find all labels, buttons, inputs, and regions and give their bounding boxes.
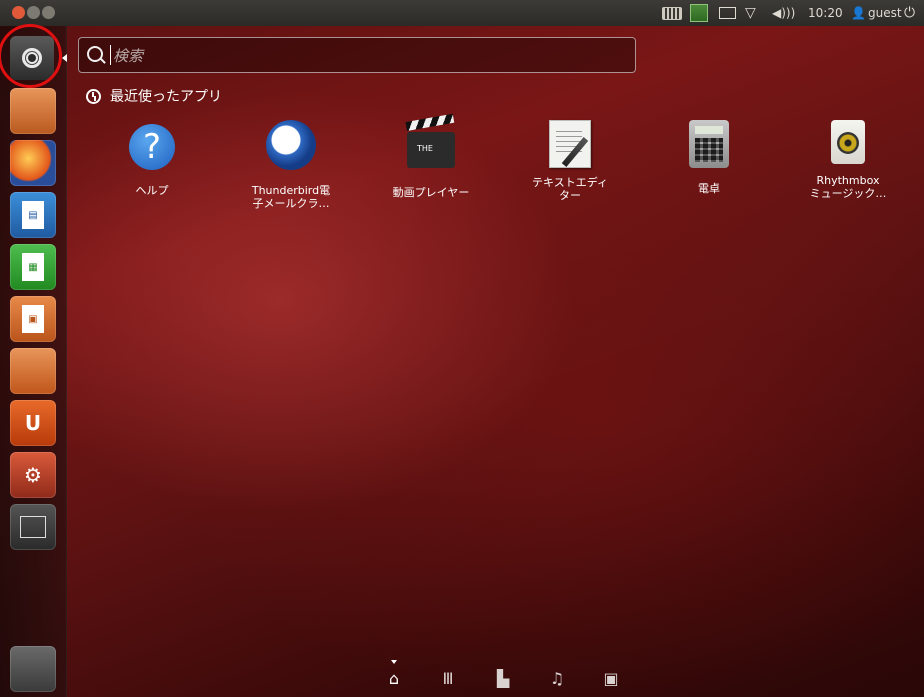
app-text-editor[interactable]: テキストエディ ター	[522, 120, 618, 202]
thunderbird-icon	[266, 120, 316, 170]
app-calculator[interactable]: 電卓	[661, 120, 757, 195]
wifi-icon[interactable]: ▽	[745, 0, 756, 26]
files-launcher-icon[interactable]	[10, 88, 56, 134]
help-icon: ?	[129, 124, 175, 170]
writer-launcher-icon[interactable]: ▤	[10, 192, 56, 238]
music-lens-icon[interactable]: ♫	[547, 668, 567, 688]
user-name[interactable]: guest	[868, 0, 902, 26]
active-lens-indicator-icon	[391, 660, 397, 664]
files-lens-icon[interactable]: ▙	[493, 668, 513, 688]
launcher: ▤ ▦ ▣ U ⚙	[0, 24, 67, 697]
ubuntu-one-launcher-icon[interactable]: U	[10, 400, 56, 446]
recent-apps-title: 最近使ったアプリ	[110, 89, 222, 105]
app-label: テキストエディ ター	[532, 176, 608, 202]
session-gear-icon[interactable]: ⏻	[904, 0, 915, 26]
calculator-icon	[689, 120, 729, 168]
rhythmbox-speaker-icon	[831, 120, 865, 164]
top-panel: ▽ ◀))) 10:20 👤 guest ⏻	[0, 0, 924, 26]
video-lens-icon[interactable]: ▣	[601, 668, 621, 688]
maximize-button[interactable]	[42, 6, 55, 19]
app-rhythmbox[interactable]: Rhythmbox ミュージック…	[800, 120, 896, 200]
highlight-circle	[0, 24, 62, 88]
app-video-player[interactable]: THE 動画プレイヤー	[383, 120, 479, 199]
dash-search-box[interactable]	[78, 37, 636, 73]
app-help[interactable]: ? ヘルプ	[104, 120, 200, 197]
app-label: 動画プレイヤー	[392, 186, 470, 199]
app-thunderbird[interactable]: Thunderbird電 子メールクラ…	[243, 120, 339, 210]
network-icon[interactable]	[690, 0, 708, 26]
user-icon[interactable]: 👤	[851, 0, 866, 26]
volume-icon[interactable]: ◀)))	[772, 0, 795, 26]
keyboard-icon[interactable]	[662, 0, 682, 26]
lens-bar: ⌂ Ⅲ ▙ ♫ ▣	[66, 656, 924, 697]
app-label: 電卓	[698, 182, 720, 195]
mail-icon[interactable]	[719, 0, 736, 26]
clapperboard-icon: THE	[405, 132, 457, 184]
clock[interactable]: 10:20	[808, 0, 843, 26]
system-settings-launcher-icon[interactable]: ⚙	[10, 452, 56, 498]
minimize-button[interactable]	[27, 6, 40, 19]
active-indicator-icon	[62, 54, 67, 62]
trash-launcher-icon[interactable]	[10, 646, 56, 692]
app-label: ヘルプ	[135, 184, 169, 197]
recent-apps-header: 最近使ったアプリ	[86, 86, 222, 106]
impress-launcher-icon[interactable]: ▣	[10, 296, 56, 342]
clock-icon	[86, 88, 101, 104]
search-icon	[87, 46, 103, 62]
applications-lens-icon[interactable]: Ⅲ	[438, 668, 458, 688]
text-editor-icon	[549, 120, 591, 168]
software-center-launcher-icon[interactable]	[10, 348, 56, 394]
close-button[interactable]	[12, 6, 25, 19]
calc-launcher-icon[interactable]: ▦	[10, 244, 56, 290]
app-label: Rhythmbox ミュージック…	[809, 174, 887, 200]
home-lens-icon[interactable]: ⌂	[384, 668, 404, 688]
firefox-launcher-icon[interactable]	[10, 140, 56, 186]
workspace-switcher-launcher-icon[interactable]	[10, 504, 56, 550]
app-label: Thunderbird電 子メールクラ…	[251, 184, 331, 210]
search-input[interactable]	[111, 44, 615, 68]
